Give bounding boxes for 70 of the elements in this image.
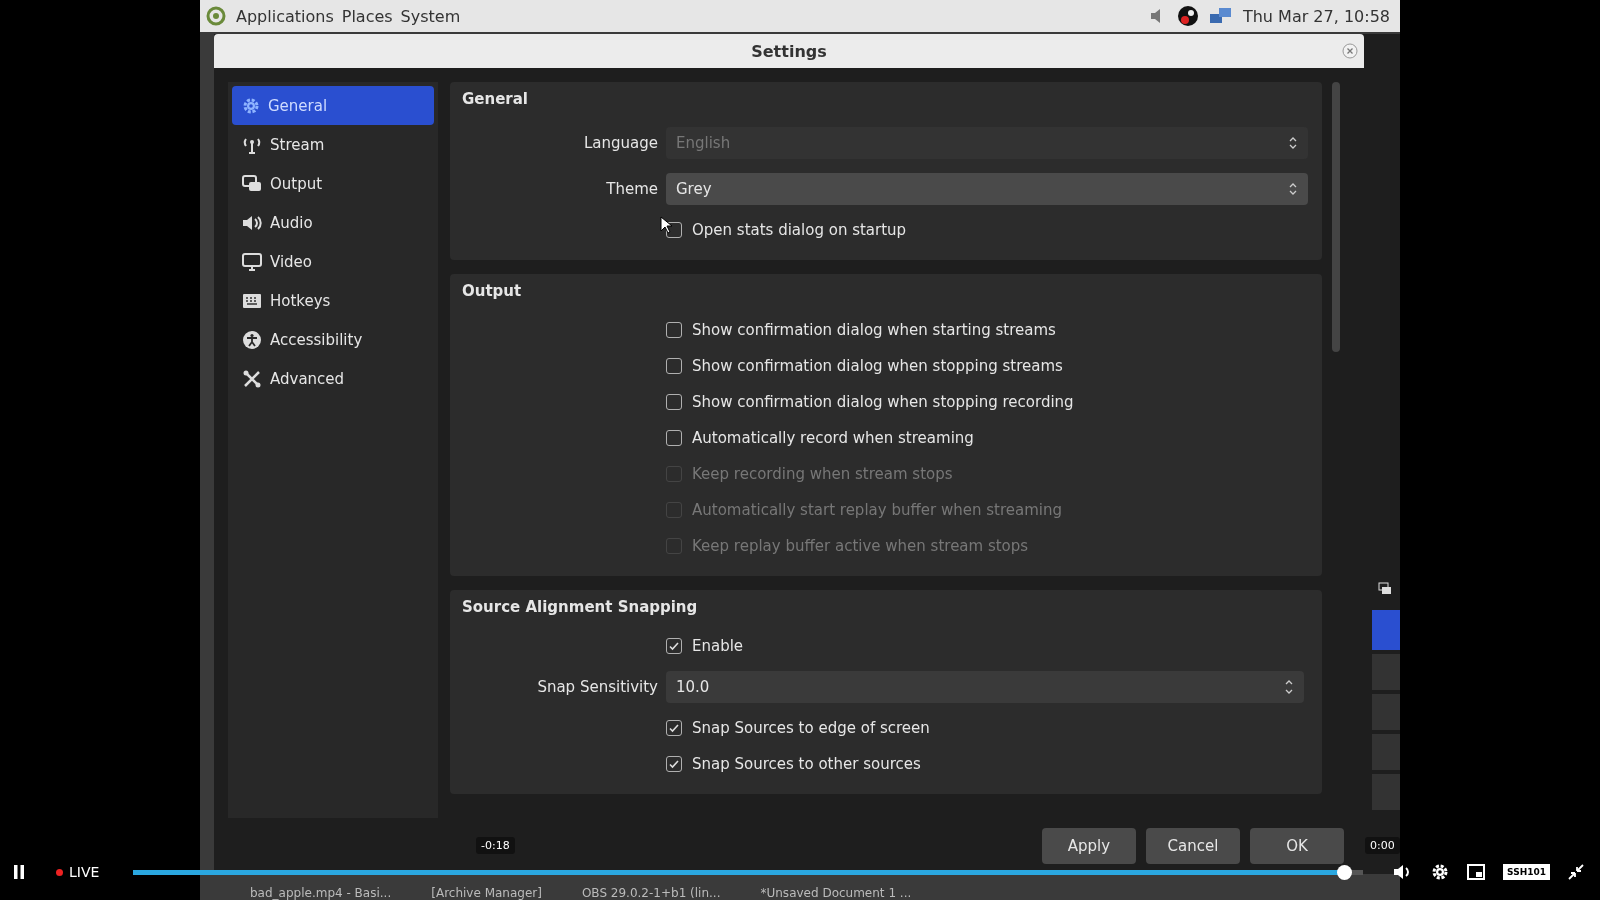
network-icon[interactable] [1208, 6, 1233, 26]
window-title: Settings [751, 41, 827, 61]
dialog-button[interactable]: OK [1250, 828, 1344, 864]
dialog-button[interactable]: Apply [1042, 828, 1136, 864]
checkbox[interactable] [666, 756, 682, 772]
spin-arrows-icon [1284, 678, 1294, 696]
checkbox[interactable] [666, 638, 682, 654]
scrollbar-thumb[interactable] [1332, 82, 1340, 352]
number-field[interactable]: 10.0 [666, 671, 1304, 703]
sidebar-item[interactable]: Hotkeys [232, 281, 434, 320]
checkbox-label: Automatically start replay buffer when streaming [692, 501, 1062, 519]
settings-icon[interactable] [1431, 863, 1450, 881]
dialog-button[interactable]: Cancel [1146, 828, 1240, 864]
checkbox-label: Enable [692, 637, 744, 655]
end-time: 0:00 [1365, 837, 1400, 854]
accessibility-icon [242, 329, 262, 350]
panel-menu[interactable]: System [400, 6, 461, 26]
checkbox[interactable] [666, 720, 682, 736]
pause-icon[interactable] [12, 864, 26, 880]
sidebar-item[interactable]: Stream [232, 125, 434, 164]
record-app-icon[interactable] [1176, 5, 1199, 27]
speaker-icon [242, 213, 262, 232]
monitor-icon [242, 252, 262, 271]
sidebar-item[interactable]: Accessibility [232, 320, 434, 359]
mouse-cursor-icon [660, 216, 672, 234]
field-label: Language [583, 134, 658, 152]
close-icon[interactable] [1342, 43, 1358, 59]
panel-menu[interactable]: Applications [236, 6, 334, 26]
checkbox[interactable] [666, 322, 682, 338]
checkbox-label: Open stats dialog on startup [692, 221, 907, 239]
group-title: General [462, 90, 529, 110]
taskbar-item[interactable]: bad_apple.mp4 - Basi... [250, 886, 392, 900]
updown-caret-icon [1288, 135, 1298, 151]
exit-fullscreen-icon[interactable] [1568, 864, 1584, 880]
sidebar-item[interactable]: Advanced [232, 359, 434, 398]
picture-in-picture-icon[interactable] [1467, 864, 1486, 880]
checkbox-label: Show confirmation dialog when stopping recording [692, 393, 1074, 411]
checkbox[interactable] [666, 430, 682, 446]
seek-time-tooltip: -0:18 [476, 837, 515, 854]
group-title: Source Alignment Snapping [462, 598, 699, 618]
sidebar-item[interactable]: Output [232, 164, 434, 203]
keyboard-icon [242, 291, 262, 310]
taskbar-item[interactable]: [Archive Manager] [431, 886, 542, 900]
checkbox[interactable] [666, 394, 682, 410]
checkbox-label: Snap Sources to edge of screen [692, 719, 930, 737]
checkbox-label: Keep replay buffer active when stream stops [692, 537, 1029, 555]
checkbox-label: Automatically record when streaming [692, 429, 974, 447]
sidebar-item[interactable]: Audio [232, 203, 434, 242]
group-title: Output [462, 282, 523, 302]
panel-clock: Thu Mar 27, 10:58 [1242, 6, 1390, 26]
taskbar-item[interactable]: *Unsaved Document 1 ... [760, 886, 912, 900]
channel-logo[interactable]: SSH101 [1503, 864, 1550, 880]
checkbox-label: Keep recording when stream stops [692, 465, 953, 483]
sidebar-item[interactable]: General [232, 86, 434, 125]
gear-icon [242, 96, 260, 115]
live-indicator[interactable]: LIVE [56, 864, 100, 880]
checkbox-label: Snap Sources to other sources [692, 755, 921, 773]
checkbox-label: Show confirmation dialog when starting streams [692, 321, 1056, 339]
screens-icon [242, 174, 262, 193]
field-label: Snap Sensitivity [537, 678, 658, 696]
windows-icon[interactable] [1378, 582, 1392, 596]
checkbox[interactable] [666, 358, 682, 374]
tools-icon [242, 368, 262, 389]
dropdown[interactable]: Grey [666, 173, 1308, 205]
panel-menu[interactable]: Places [341, 6, 393, 26]
updown-caret-icon [1288, 181, 1298, 197]
field-label: Theme [606, 180, 658, 198]
taskbar-item[interactable]: OBS 29.0.2-1+b1 (lin... [581, 886, 721, 900]
sidebar-item[interactable]: Video [232, 242, 434, 281]
checkbox-label: Show confirmation dialog when stopping streams [692, 357, 1063, 375]
